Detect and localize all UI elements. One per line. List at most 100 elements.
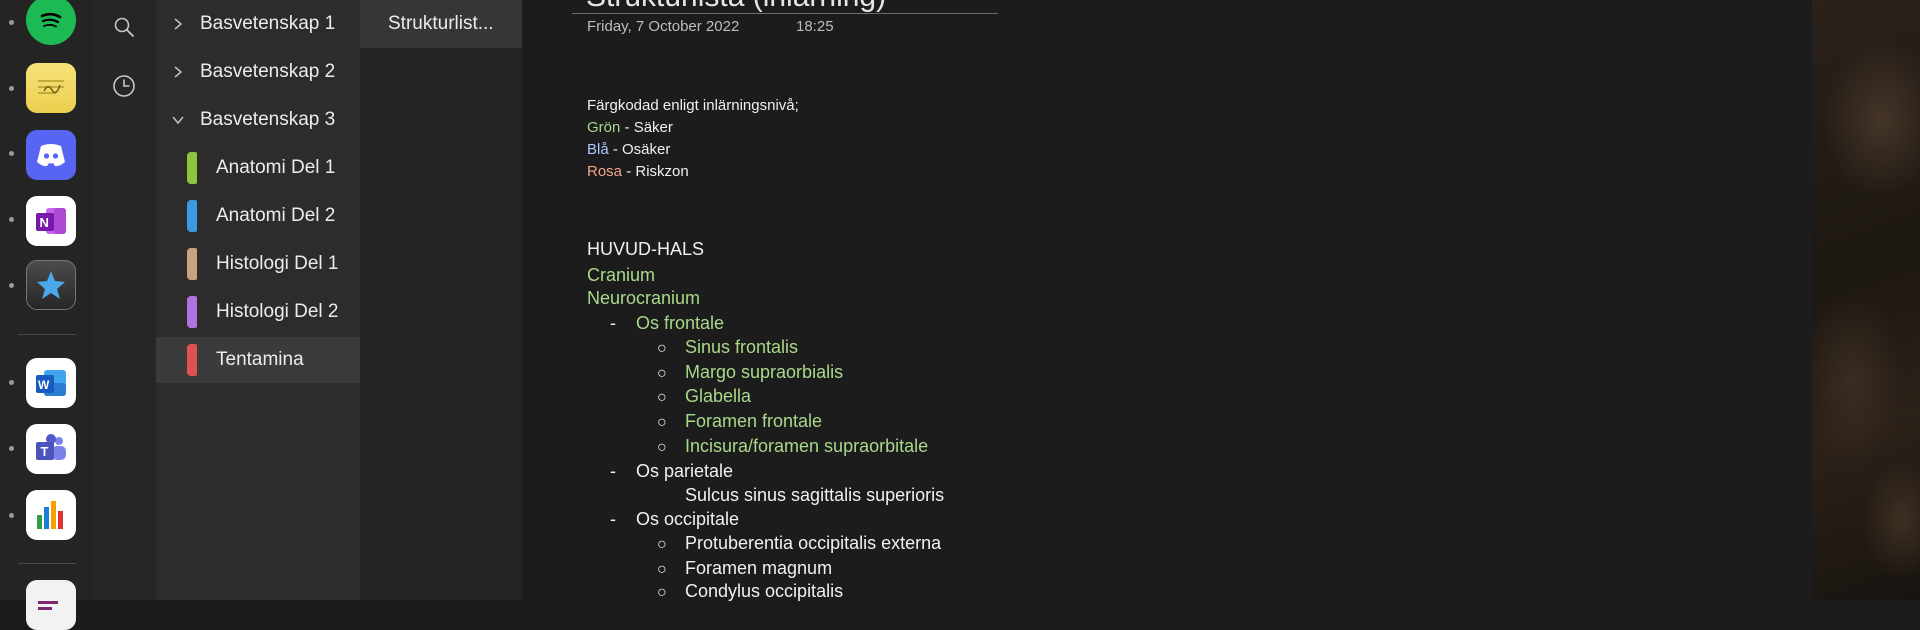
word-icon[interactable]: W	[26, 358, 76, 408]
svg-text:N: N	[40, 215, 49, 230]
page-title[interactable]: Strukturlista (inlärning)	[586, 0, 886, 14]
notebook-label: Basvetenskap 1	[200, 13, 336, 34]
section-color-tab	[187, 200, 197, 232]
section-heading: HUVUD-HALS	[587, 239, 705, 259]
legend-rose: Rosa - Riskzon	[587, 163, 689, 180]
outline-item: - Os occipitale	[587, 509, 739, 530]
stickies-icon[interactable]	[26, 63, 76, 113]
dash-bullet: -	[610, 313, 616, 333]
running-indicator	[9, 20, 14, 25]
running-indicator	[9, 446, 14, 451]
outline-text: Os frontale	[636, 313, 725, 333]
legend-desc: - Osäker	[608, 141, 671, 158]
spotify-icon[interactable]	[26, 0, 76, 45]
section-item[interactable]: Anatomi Del 1	[156, 145, 360, 191]
section-color-tab	[187, 344, 197, 376]
chevron-down-icon[interactable]	[156, 114, 200, 126]
running-indicator	[9, 151, 14, 156]
circle-bullet: ○	[657, 584, 667, 601]
legend-desc: - Säker	[620, 119, 673, 136]
starlight-icon[interactable]	[26, 260, 76, 310]
recent-clock-icon[interactable]	[111, 73, 137, 99]
running-indicator	[9, 513, 14, 518]
preview-icon[interactable]	[26, 580, 76, 630]
outline-text: Sinus frontalis	[685, 337, 799, 357]
running-indicator	[9, 380, 14, 385]
legend-blue: Blå - Osäker	[587, 141, 670, 158]
outline-text: Margo supraorbialis	[685, 362, 844, 382]
legend-term: Blå	[587, 141, 609, 158]
legend-green: Grön - Säker	[587, 119, 673, 136]
running-indicator	[9, 283, 14, 288]
outline-text: Os parietale	[636, 461, 734, 481]
section-label: Anatomi Del 1	[216, 157, 336, 178]
svg-text:T: T	[41, 444, 49, 459]
outline-item: ○ Margo supraorbialis	[587, 362, 843, 383]
outline-text: Condylus occipitalis	[685, 581, 844, 601]
chevron-right-icon[interactable]	[156, 65, 200, 79]
outline-item: ○ Sinus frontalis	[587, 337, 798, 358]
section-label: Tentamina	[216, 349, 304, 370]
dash-bullet: -	[610, 509, 616, 529]
section-item[interactable]: Histologi Del 2	[156, 289, 360, 335]
running-indicator	[9, 217, 14, 222]
page-list: Strukturlist...	[360, 0, 523, 600]
outline-text: Os occipitale	[636, 509, 740, 529]
note-canvas[interactable]: Strukturlista (inlärning) Friday, 7 Octo…	[522, 0, 1812, 602]
outline-item: ○ Condylus occipitalis	[587, 581, 843, 602]
outline-item: - Os frontale	[587, 313, 724, 334]
circle-bullet: ○	[657, 389, 667, 406]
notebook-label: Basvetenskap 3	[200, 109, 336, 130]
discord-icon[interactable]	[26, 130, 76, 180]
section-color-tab	[187, 152, 197, 184]
running-indicator	[9, 86, 14, 91]
legend-term: Rosa	[587, 163, 623, 180]
dock: N W T	[0, 0, 93, 630]
search-icon[interactable]	[111, 14, 137, 40]
dash-bullet: -	[610, 461, 616, 481]
outline-text: Sulcus sinus sagittalis superioris	[685, 485, 945, 505]
outline-item: Sulcus sinus sagittalis superioris	[587, 485, 944, 506]
section-color-tab	[187, 248, 197, 280]
outline-text: Protuberentia occipitalis externa	[685, 533, 942, 553]
notebook-item[interactable]: Basvetenskap 3	[156, 96, 360, 144]
section-label: Histologi Del 1	[216, 253, 339, 274]
onenote-icon[interactable]: N	[26, 196, 76, 246]
desktop-wallpaper	[1812, 0, 1920, 600]
navigation-rail	[92, 0, 156, 600]
circle-bullet: ○	[657, 340, 667, 357]
circle-bullet: ○	[657, 439, 667, 456]
outline-item: ○ Protuberentia occipitalis externa	[587, 533, 941, 554]
section-item[interactable]: Anatomi Del 2	[156, 193, 360, 239]
outline-text: Foramen magnum	[685, 558, 833, 578]
outline-item: ○ Incisura/foramen supraorbitale	[587, 436, 928, 457]
notebook-item[interactable]: Basvetenskap 2	[156, 48, 360, 96]
chevron-right-icon[interactable]	[156, 17, 200, 31]
legend-desc: - Riskzon	[622, 163, 689, 180]
outline-text: Foramen frontale	[685, 411, 823, 431]
outline-item: Neurocranium	[587, 288, 701, 308]
section-item-selected[interactable]: Tentamina	[156, 337, 360, 383]
section-label: Anatomi Del 2	[216, 205, 336, 226]
notebook-item[interactable]: Basvetenskap 1	[156, 0, 360, 48]
outline-item: Cranium	[587, 265, 656, 285]
circle-bullet: ○	[657, 414, 667, 431]
legend-term: Grön	[587, 119, 621, 136]
outline-text: Incisura/foramen supraorbitale	[685, 436, 929, 456]
section-color-tab	[187, 296, 197, 328]
section-item[interactable]: Histologi Del 1	[156, 241, 360, 287]
notebook-section-list: Basvetenskap 1 Basvetenskap 2 Basvetensk…	[156, 0, 360, 600]
svg-text:W: W	[38, 378, 50, 392]
outline-item: ○ Foramen magnum	[587, 558, 832, 579]
circle-bullet: ○	[657, 365, 667, 382]
outline-item: ○ Glabella	[587, 386, 751, 407]
page-time: 18:25	[796, 18, 834, 35]
outline-text: Glabella	[685, 386, 752, 406]
outline-item: ○ Foramen frontale	[587, 411, 822, 432]
section-label: Histologi Del 2	[216, 301, 339, 322]
dock-separator	[18, 563, 76, 564]
page-item-selected[interactable]: Strukturlist...	[360, 0, 522, 48]
numbers-icon[interactable]	[26, 490, 76, 540]
outline-item: - Os parietale	[587, 461, 733, 482]
teams-icon[interactable]: T	[26, 424, 76, 474]
